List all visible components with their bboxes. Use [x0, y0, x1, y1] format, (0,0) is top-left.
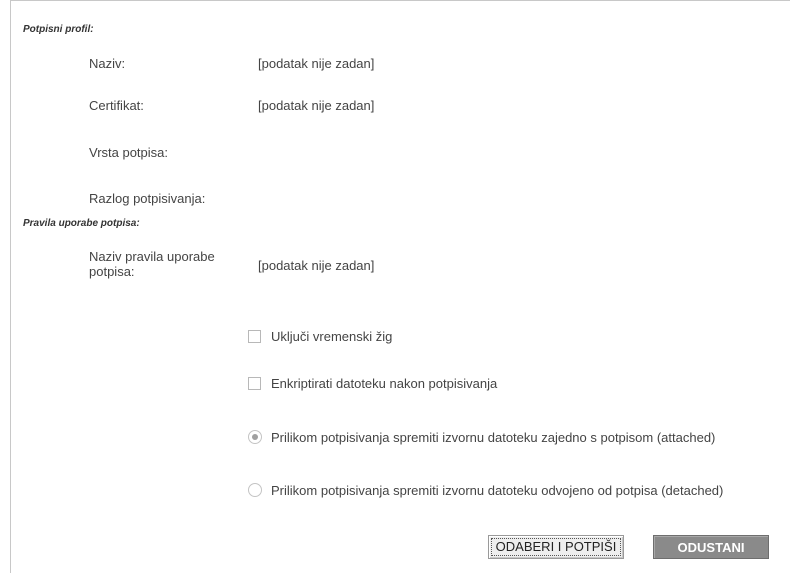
field-label-name: Naziv: [89, 56, 126, 71]
timestamp-checkbox[interactable] [248, 329, 261, 343]
select-and-sign-button[interactable]: ODABERI I POTPIŠI [488, 535, 624, 559]
field-label-signature-type: Vrsta potpisa: [89, 145, 169, 160]
field-label-usage-rule-name-line1: Naziv pravila uporabe [89, 249, 215, 264]
encrypt-label[interactable]: Enkriptirati datoteku nakon potpisivanja [271, 376, 497, 391]
detached-option[interactable]: Prilikom potpisivanja spremiti izvornu d… [248, 481, 723, 499]
cancel-button[interactable]: ODUSTANI [653, 535, 769, 559]
field-label-certificate: Certifikat: [89, 98, 144, 113]
field-label-usage-rule-name-line2: potpisa: [89, 264, 135, 279]
attached-option[interactable]: Prilikom potpisivanja spremiti izvornu d… [248, 428, 715, 446]
field-value-certificate: [podatak nije zadan] [258, 98, 375, 113]
timestamp-label[interactable]: Uključi vremenski žig [271, 329, 392, 344]
attached-label[interactable]: Prilikom potpisivanja spremiti izvornu d… [271, 430, 715, 445]
field-label-signing-reason: Razlog potpisivanja: [89, 191, 206, 206]
attached-radio[interactable] [248, 430, 262, 444]
select-and-sign-button-label[interactable]: ODABERI I POTPIŠI [490, 538, 622, 556]
detached-label[interactable]: Prilikom potpisivanja spremiti izvornu d… [271, 483, 723, 498]
encrypt-checkbox[interactable] [248, 376, 261, 390]
radio-selected-dot [252, 434, 258, 440]
section-title-usage-rules: Pravila uporabe potpisa: [23, 218, 140, 229]
section-title-signing-profile: Potpisni profil: [23, 24, 94, 35]
detached-radio[interactable] [248, 483, 262, 497]
field-value-usage-rule-name: [podatak nije zadan] [258, 258, 375, 273]
field-value-name: [podatak nije zadan] [258, 56, 375, 71]
field-label-usage-rule-name: Naziv pravila uporabe potpisa: [89, 249, 215, 279]
timestamp-option[interactable]: Uključi vremenski žig [248, 327, 392, 345]
encrypt-option[interactable]: Enkriptirati datoteku nakon potpisivanja [248, 374, 497, 392]
